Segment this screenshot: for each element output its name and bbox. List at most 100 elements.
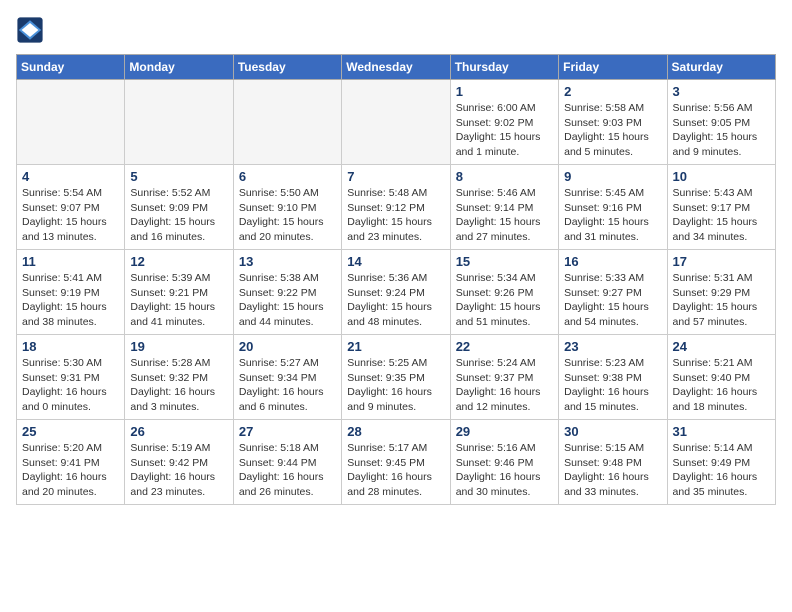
day-info: Sunrise: 5:33 AMSunset: 9:27 PMDaylight:… bbox=[564, 271, 661, 330]
calendar-cell: 13 Sunrise: 5:38 AMSunset: 9:22 PMDayligh… bbox=[233, 250, 341, 335]
day-info: Sunrise: 5:18 AMSunset: 9:44 PMDaylight:… bbox=[239, 441, 336, 500]
day-number: 14 bbox=[347, 254, 444, 269]
week-row: 25Sunrise: 5:20 AMSunset: 9:41 PMDayligh… bbox=[17, 420, 776, 505]
calendar-cell: 28 Sunrise: 5:17 AMSunset: 9:45 PMDayligh… bbox=[342, 420, 450, 505]
day-info: Sunrise: 5:25 AMSunset: 9:35 PMDaylight:… bbox=[347, 356, 444, 415]
calendar-cell: 26Sunrise: 5:19 AMSunset: 9:42 PMDayligh… bbox=[125, 420, 233, 505]
day-number: 6 bbox=[239, 169, 336, 184]
calendar-cell: 25Sunrise: 5:20 AMSunset: 9:41 PMDayligh… bbox=[17, 420, 125, 505]
calendar-cell bbox=[125, 80, 233, 165]
calendar-cell: 4 Sunrise: 5:54 AMSunset: 9:07 PMDaylight… bbox=[17, 165, 125, 250]
calendar: SundayMondayTuesdayWednesdayThursdayFrid… bbox=[16, 54, 776, 505]
day-of-week-header: Thursday bbox=[450, 55, 558, 80]
day-info: Sunrise: 5:21 AMSunset: 9:40 PMDaylight:… bbox=[673, 356, 770, 415]
calendar-cell bbox=[342, 80, 450, 165]
calendar-cell: 24Sunrise: 5:21 AMSunset: 9:40 PMDayligh… bbox=[667, 335, 775, 420]
calendar-cell: 19 Sunrise: 5:28 AMSunset: 9:32 PMDayligh… bbox=[125, 335, 233, 420]
day-number: 23 bbox=[564, 339, 661, 354]
day-info: Sunrise: 5:39 AMSunset: 9:21 PMDaylight:… bbox=[130, 271, 227, 330]
day-info: Sunrise: 5:38 AMSunset: 9:22 PMDaylight:… bbox=[239, 271, 336, 330]
day-of-week-header: Tuesday bbox=[233, 55, 341, 80]
day-number: 29 bbox=[456, 424, 553, 439]
logo-icon bbox=[16, 16, 44, 44]
calendar-cell: 7 Sunrise: 5:48 AMSunset: 9:12 PMDaylight… bbox=[342, 165, 450, 250]
calendar-cell: 30 Sunrise: 5:15 AMSunset: 9:48 PMDayligh… bbox=[559, 420, 667, 505]
day-info: Sunrise: 5:50 AMSunset: 9:10 PMDaylight:… bbox=[239, 186, 336, 245]
day-info: Sunrise: 5:28 AMSunset: 9:32 PMDaylight:… bbox=[130, 356, 227, 415]
calendar-header-row: SundayMondayTuesdayWednesdayThursdayFrid… bbox=[17, 55, 776, 80]
day-number: 10 bbox=[673, 169, 770, 184]
day-info: Sunrise: 5:54 AMSunset: 9:07 PMDaylight:… bbox=[22, 186, 119, 245]
calendar-cell: 5 Sunrise: 5:52 AMSunset: 9:09 PMDaylight… bbox=[125, 165, 233, 250]
calendar-cell: 18 Sunrise: 5:30 AMSunset: 9:31 PMDayligh… bbox=[17, 335, 125, 420]
day-number: 27 bbox=[239, 424, 336, 439]
week-row: 18 Sunrise: 5:30 AMSunset: 9:31 PMDayligh… bbox=[17, 335, 776, 420]
day-number: 28 bbox=[347, 424, 444, 439]
calendar-cell: 11Sunrise: 5:41 AMSunset: 9:19 PMDayligh… bbox=[17, 250, 125, 335]
calendar-cell: 31 Sunrise: 5:14 AMSunset: 9:49 PMDayligh… bbox=[667, 420, 775, 505]
calendar-cell: 29 Sunrise: 5:16 AMSunset: 9:46 PMDayligh… bbox=[450, 420, 558, 505]
day-info: Sunrise: 5:34 AMSunset: 9:26 PMDaylight:… bbox=[456, 271, 553, 330]
day-info: Sunrise: 5:24 AMSunset: 9:37 PMDaylight:… bbox=[456, 356, 553, 415]
day-number: 4 bbox=[22, 169, 119, 184]
day-info: Sunrise: 5:48 AMSunset: 9:12 PMDaylight:… bbox=[347, 186, 444, 245]
calendar-cell: 8 Sunrise: 5:46 AMSunset: 9:14 PMDaylight… bbox=[450, 165, 558, 250]
day-number: 20 bbox=[239, 339, 336, 354]
day-info: Sunrise: 5:45 AMSunset: 9:16 PMDaylight:… bbox=[564, 186, 661, 245]
day-number: 25 bbox=[22, 424, 119, 439]
day-number: 16 bbox=[564, 254, 661, 269]
day-of-week-header: Sunday bbox=[17, 55, 125, 80]
day-number: 8 bbox=[456, 169, 553, 184]
day-info: Sunrise: 5:15 AMSunset: 9:48 PMDaylight:… bbox=[564, 441, 661, 500]
calendar-cell: 2 Sunrise: 5:58 AMSunset: 9:03 PMDaylight… bbox=[559, 80, 667, 165]
page-header bbox=[16, 16, 776, 44]
calendar-cell: 14 Sunrise: 5:36 AMSunset: 9:24 PMDayligh… bbox=[342, 250, 450, 335]
day-info: Sunrise: 5:36 AMSunset: 9:24 PMDaylight:… bbox=[347, 271, 444, 330]
day-of-week-header: Monday bbox=[125, 55, 233, 80]
calendar-cell: 1 Sunrise: 6:00 AMSunset: 9:02 PMDaylight… bbox=[450, 80, 558, 165]
day-info: Sunrise: 5:17 AMSunset: 9:45 PMDaylight:… bbox=[347, 441, 444, 500]
calendar-cell: 20 Sunrise: 5:27 AMSunset: 9:34 PMDayligh… bbox=[233, 335, 341, 420]
week-row: 11Sunrise: 5:41 AMSunset: 9:19 PMDayligh… bbox=[17, 250, 776, 335]
day-number: 30 bbox=[564, 424, 661, 439]
day-number: 2 bbox=[564, 84, 661, 99]
day-info: Sunrise: 5:31 AMSunset: 9:29 PMDaylight:… bbox=[673, 271, 770, 330]
day-number: 11 bbox=[22, 254, 119, 269]
day-info: Sunrise: 5:27 AMSunset: 9:34 PMDaylight:… bbox=[239, 356, 336, 415]
day-info: Sunrise: 5:58 AMSunset: 9:03 PMDaylight:… bbox=[564, 101, 661, 160]
day-number: 17 bbox=[673, 254, 770, 269]
day-info: Sunrise: 5:52 AMSunset: 9:09 PMDaylight:… bbox=[130, 186, 227, 245]
day-info: Sunrise: 5:14 AMSunset: 9:49 PMDaylight:… bbox=[673, 441, 770, 500]
calendar-cell: 10 Sunrise: 5:43 AMSunset: 9:17 PMDayligh… bbox=[667, 165, 775, 250]
day-of-week-header: Friday bbox=[559, 55, 667, 80]
logo bbox=[16, 16, 48, 44]
day-number: 5 bbox=[130, 169, 227, 184]
day-number: 9 bbox=[564, 169, 661, 184]
day-info: Sunrise: 5:19 AMSunset: 9:42 PMDaylight:… bbox=[130, 441, 227, 500]
day-number: 3 bbox=[673, 84, 770, 99]
day-info: Sunrise: 5:16 AMSunset: 9:46 PMDaylight:… bbox=[456, 441, 553, 500]
calendar-cell: 27 Sunrise: 5:18 AMSunset: 9:44 PMDayligh… bbox=[233, 420, 341, 505]
day-info: Sunrise: 5:30 AMSunset: 9:31 PMDaylight:… bbox=[22, 356, 119, 415]
calendar-cell: 22Sunrise: 5:24 AMSunset: 9:37 PMDayligh… bbox=[450, 335, 558, 420]
day-info: Sunrise: 5:56 AMSunset: 9:05 PMDaylight:… bbox=[673, 101, 770, 160]
week-row: 4 Sunrise: 5:54 AMSunset: 9:07 PMDaylight… bbox=[17, 165, 776, 250]
day-number: 19 bbox=[130, 339, 227, 354]
day-info: Sunrise: 5:46 AMSunset: 9:14 PMDaylight:… bbox=[456, 186, 553, 245]
day-number: 7 bbox=[347, 169, 444, 184]
day-number: 31 bbox=[673, 424, 770, 439]
day-number: 18 bbox=[22, 339, 119, 354]
calendar-cell: 15 Sunrise: 5:34 AMSunset: 9:26 PMDayligh… bbox=[450, 250, 558, 335]
calendar-cell: 6 Sunrise: 5:50 AMSunset: 9:10 PMDaylight… bbox=[233, 165, 341, 250]
calendar-cell: 9 Sunrise: 5:45 AMSunset: 9:16 PMDaylight… bbox=[559, 165, 667, 250]
calendar-cell bbox=[17, 80, 125, 165]
day-info: Sunrise: 6:00 AMSunset: 9:02 PMDaylight:… bbox=[456, 101, 553, 160]
day-number: 13 bbox=[239, 254, 336, 269]
calendar-cell: 23Sunrise: 5:23 AMSunset: 9:38 PMDayligh… bbox=[559, 335, 667, 420]
calendar-cell: 12Sunrise: 5:39 AMSunset: 9:21 PMDayligh… bbox=[125, 250, 233, 335]
day-number: 1 bbox=[456, 84, 553, 99]
day-number: 15 bbox=[456, 254, 553, 269]
calendar-cell bbox=[233, 80, 341, 165]
day-of-week-header: Saturday bbox=[667, 55, 775, 80]
day-info: Sunrise: 5:43 AMSunset: 9:17 PMDaylight:… bbox=[673, 186, 770, 245]
